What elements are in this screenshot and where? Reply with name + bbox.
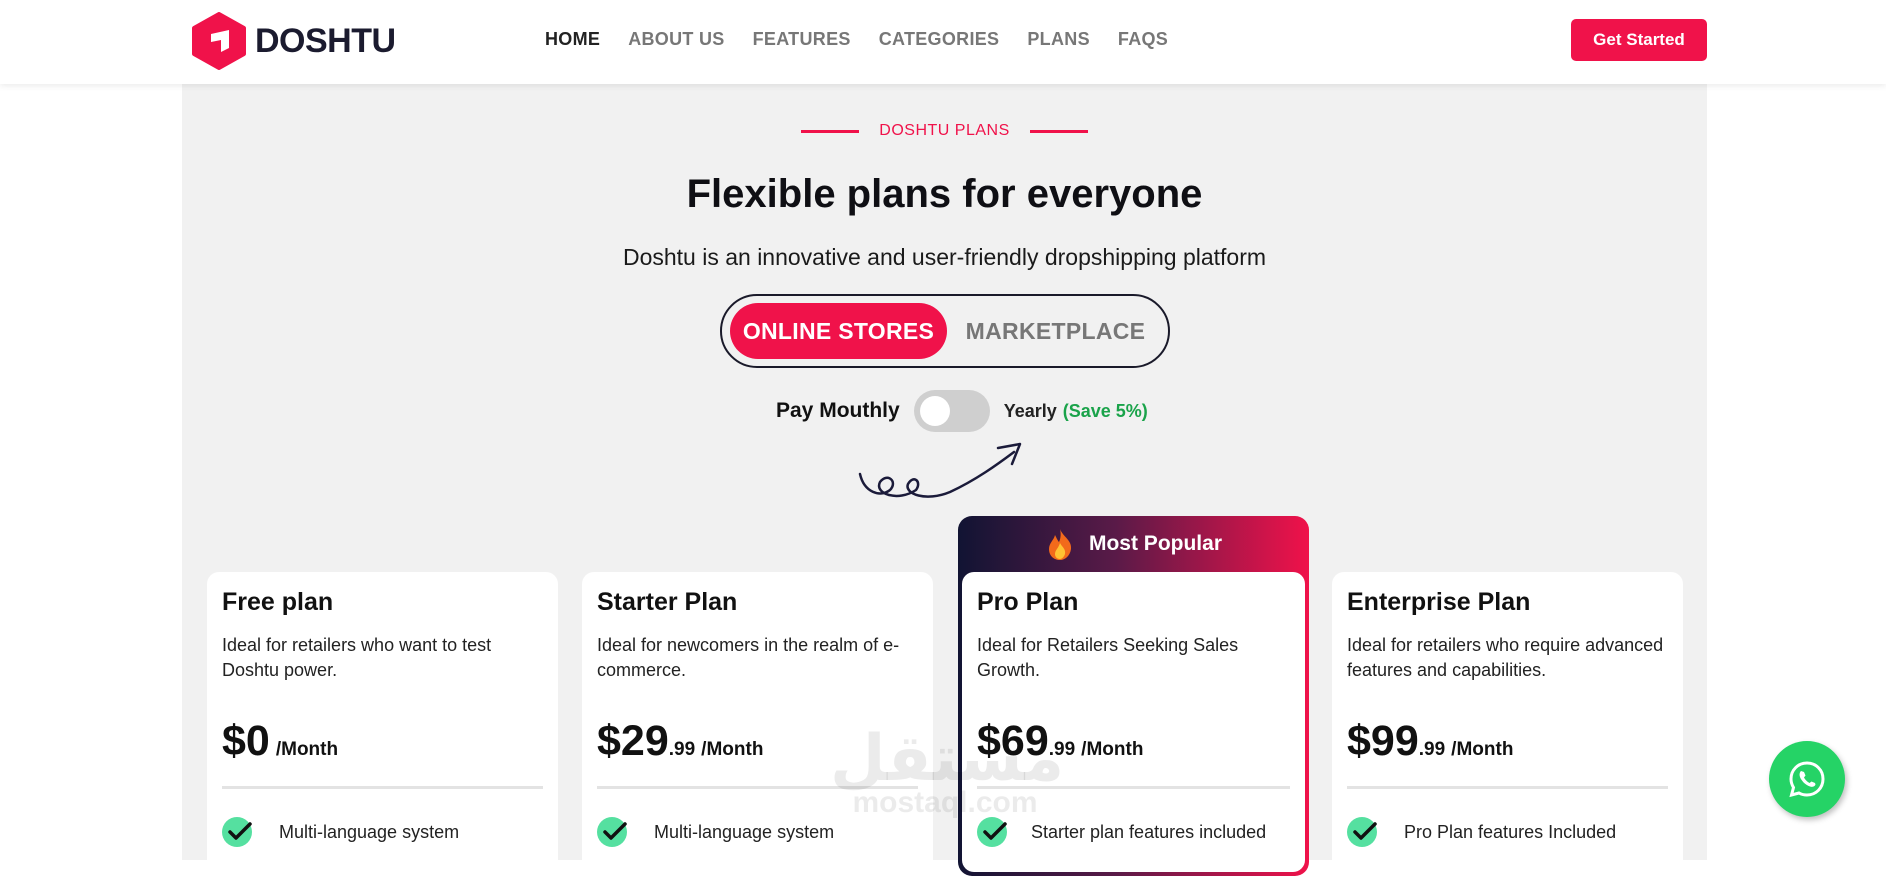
price-unit: /Month	[701, 739, 764, 760]
price-amount: $29	[597, 717, 669, 765]
nav-features[interactable]: FEATURES	[753, 29, 851, 50]
plan-price: $0 /Month	[222, 717, 543, 766]
price-unit: /Month	[1081, 739, 1144, 760]
section-subtitle: Doshtu is an innovative and user-friendl…	[622, 244, 1267, 270]
eyebrow-line-right	[1029, 129, 1088, 133]
most-popular-badge: Most Popular	[958, 516, 1309, 572]
nav-about-us[interactable]: ABOUT US	[628, 29, 724, 50]
feature-text: Starter plan features included	[1031, 821, 1267, 842]
price-cents: .99	[668, 739, 696, 760]
plan-price: $29 .99 /Month	[597, 717, 918, 766]
logo-hexagon-icon	[192, 12, 246, 70]
plan-description: Ideal for Retailers Seeking Sales Growth…	[977, 635, 1239, 680]
card-divider	[1347, 786, 1668, 789]
brand-logo[interactable]: DOSHTU	[191, 12, 396, 70]
eyebrow-text: DOSHTU PLANS	[879, 122, 1010, 139]
squiggle-arrow-icon	[858, 442, 1022, 498]
most-popular-label: Most Popular	[1088, 532, 1222, 555]
monthly-label: Pay Mouthly	[776, 399, 900, 422]
nav-home[interactable]: HOME	[545, 29, 600, 50]
nav-faqs[interactable]: FAQS	[1118, 29, 1168, 50]
price-amount: $99	[1347, 717, 1419, 765]
feature-item: Multi-language system	[597, 817, 918, 847]
whatsapp-icon	[1789, 761, 1825, 798]
plan-description: Ideal for newcomers in the realm of e-co…	[597, 635, 900, 680]
feature-item: Multi-language system	[222, 817, 543, 847]
price-amount: $69	[977, 717, 1049, 765]
plan-name: Pro Plan	[977, 588, 1079, 616]
card-divider	[222, 786, 543, 789]
plan-price: $99 .99 /Month	[1347, 717, 1668, 766]
section-eyebrow: DOSHTU PLANS	[182, 122, 1707, 140]
segment-marketplace[interactable]: MARKETPLACE	[951, 303, 1160, 359]
plan-card-starter: Starter Plan Ideal for newcomers in the …	[582, 572, 933, 872]
price-cents: .99	[1048, 739, 1076, 760]
flame-icon	[1048, 529, 1072, 560]
billing-toggle-row: Pay Mouthly Yearly (Save 5%)	[776, 390, 1148, 432]
feature-text: Pro Plan features Included	[1404, 821, 1617, 842]
eyebrow-line-left	[801, 129, 860, 133]
feature-item: Pro Plan features Included	[1347, 817, 1668, 847]
plan-card-pro-highlight: Most Popular Pro Plan Ideal for Retailer…	[958, 516, 1309, 876]
price-cents: .99	[1418, 739, 1446, 760]
segment-online-stores[interactable]: ONLINE STORES	[730, 303, 947, 359]
plan-price: $69 .99 /Month	[977, 717, 1290, 766]
store-type-toggle: ONLINE STORES MARKETPLACE	[720, 294, 1170, 368]
brand-name: DOSHTU	[255, 21, 396, 60]
check-icon	[222, 817, 252, 847]
get-started-button[interactable]: Get Started	[1571, 19, 1707, 61]
feature-text: Multi-language system	[654, 821, 835, 842]
plan-card-pro: Pro Plan Ideal for Retailers Seeking Sal…	[962, 572, 1305, 872]
feature-item: Starter plan features included	[977, 817, 1290, 847]
check-icon	[1347, 817, 1377, 847]
site-header: DOSHTU HOME ABOUT US FEATURES CATEGORIES…	[0, 0, 1886, 84]
plan-card-free: Free plan Ideal for retailers who want t…	[207, 572, 558, 872]
plan-name: Starter Plan	[597, 588, 738, 616]
switch-knob	[919, 396, 950, 426]
plan-description: Ideal for retailers who want to test Dos…	[222, 635, 492, 680]
price-amount: $0	[222, 717, 270, 765]
whatsapp-chat-button[interactable]	[1769, 741, 1845, 817]
yearly-label: Yearly	[1003, 400, 1057, 421]
save-badge: (Save 5%)	[1062, 400, 1148, 421]
plan-name: Free plan	[222, 588, 334, 616]
card-divider	[597, 786, 918, 789]
feature-text: Multi-language system	[279, 821, 460, 842]
price-unit: /Month	[275, 739, 339, 760]
check-icon	[597, 817, 627, 847]
main-nav: HOME ABOUT US FEATURES CATEGORIES PLANS …	[545, 29, 1168, 50]
check-icon	[977, 817, 1007, 847]
card-divider	[977, 786, 1290, 789]
nav-categories[interactable]: CATEGORIES	[879, 29, 1000, 50]
section-title: Flexible plans for everyone	[686, 172, 1203, 216]
plan-card-enterprise: Enterprise Plan Ideal for retailers who …	[1332, 572, 1683, 872]
plan-description: Ideal for retailers who require advanced…	[1347, 635, 1664, 680]
plans-section: DOSHTU PLANS Flexible plans for everyone…	[182, 84, 1707, 876]
plan-name: Enterprise Plan	[1347, 588, 1531, 616]
nav-plans[interactable]: PLANS	[1027, 29, 1090, 50]
price-unit: /Month	[1451, 739, 1514, 760]
billing-switch[interactable]	[913, 390, 990, 432]
